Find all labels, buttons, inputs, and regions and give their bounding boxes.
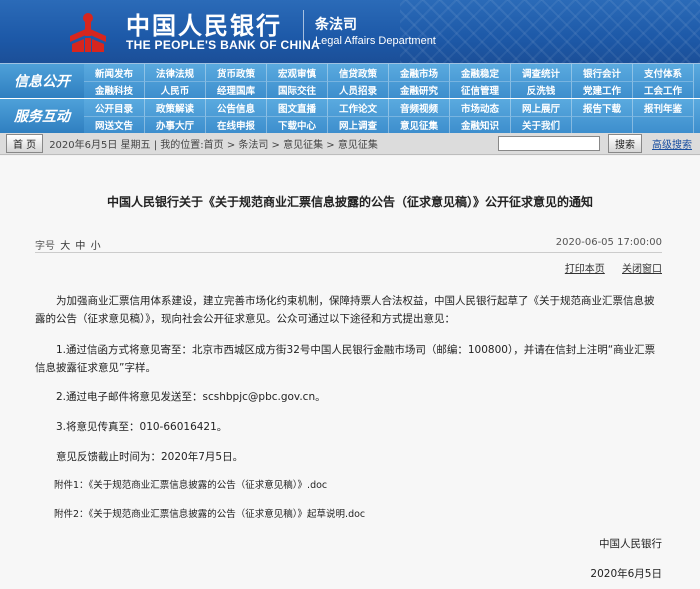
nav-item[interactable]: 信贷政策 <box>328 64 389 81</box>
paragraph-email: 2.通过电子邮件将意见发送至：scshbpjc@pbc.gov.cn。 <box>56 391 326 403</box>
breadcrumb-bar: 首 页 2020年6月5日 星期五 | 我的位置:首页 > 条法司 > 意见征集… <box>0 133 700 155</box>
nav-item[interactable]: 调查统计 <box>511 64 572 81</box>
paragraph-fax: 3.将意见传真至：010-66016421。 <box>56 421 228 433</box>
nav-label-info[interactable]: 信息公开 <box>0 64 84 98</box>
dept-name-cn: 条法司 <box>315 17 357 33</box>
nav-item[interactable]: 网上展厅 <box>511 99 572 116</box>
nav-item[interactable]: 工作论文 <box>328 99 389 116</box>
nav-item[interactable]: 办事大厅 <box>145 116 206 133</box>
nav-item[interactable]: 音频视频 <box>389 99 450 116</box>
nav-item[interactable]: 网送文告 <box>84 116 145 133</box>
print-link[interactable]: 打印本页 <box>565 264 605 275</box>
article-container: 中国人民银行关于《关于规范商业汇票信息披露的公告（征求意见稿）》公开征求意见的通… <box>0 156 700 589</box>
header-separator <box>303 10 304 50</box>
publish-date: 2020-06-05 17:00:00 <box>555 237 662 248</box>
nav-item[interactable]: 工会工作 <box>633 81 694 98</box>
nav-item <box>633 116 694 133</box>
close-window-link[interactable]: 关闭窗口 <box>622 264 662 275</box>
header-pattern <box>400 0 700 63</box>
nav-item[interactable]: 关于我们 <box>511 116 572 133</box>
nav-row: 公开目录 政策解读 公告信息 图文直播 工作论文 音频视频 市场动态 网上展厅 报告下载 报刊年鉴 <box>84 99 700 116</box>
nav-item[interactable]: 图文直播 <box>267 99 328 116</box>
main-nav: 信息公开 新闻发布 法律法规 货币政策 宏观审慎 信贷政策 金融市场 金融稳定 调查统计 银行会… <box>0 63 700 133</box>
nav-item[interactable]: 国际交往 <box>267 81 328 98</box>
nav-item[interactable]: 人民币 <box>145 81 206 98</box>
paragraph-intro: 为加强商业汇票信用体系建设，建立完善市场化约束机制，保障持票人合法权益，中国人民… <box>35 295 655 325</box>
nav-item[interactable]: 法律法规 <box>145 64 206 81</box>
nav-item[interactable]: 货币政策 <box>206 64 267 81</box>
divider <box>35 252 662 253</box>
nav-item[interactable]: 金融市场 <box>389 64 450 81</box>
nav-item[interactable]: 银行会计 <box>572 64 633 81</box>
paragraph-deadline: 意见反馈截止时间为：2020年7月5日。 <box>56 451 244 463</box>
nav-item[interactable]: 经理国库 <box>206 81 267 98</box>
article-title: 中国人民银行关于《关于规范商业汇票信息披露的公告（征求意见稿）》公开征求意见的通… <box>106 195 593 209</box>
font-size-medium[interactable]: 中 <box>75 241 85 252</box>
nav-block-service: 服务互动 公开目录 政策解读 公告信息 图文直播 工作论文 音频视频 市场动态 网上展厅 报告下… <box>0 98 700 133</box>
nav-row: 新闻发布 法律法规 货币政策 宏观审慎 信贷政策 金融市场 金融稳定 调查统计 银行会计 支付体系 <box>84 64 700 81</box>
nav-item[interactable]: 支付体系 <box>633 64 694 81</box>
nav-rows-service: 公开目录 政策解读 公告信息 图文直播 工作论文 音频视频 市场动态 网上展厅 报告下载 报刊年鉴… <box>84 99 700 133</box>
nav-item[interactable]: 金融知识 <box>450 116 511 133</box>
nav-row: 网送文告 办事大厅 在线申报 下载中心 网上调查 意见征集 金融知识 关于我们 <box>84 116 700 133</box>
nav-item[interactable]: 政策解读 <box>145 99 206 116</box>
paragraph-letter: 1.通过信函方式将意见寄至：北京市西城区成方街32号中国人民银行金融市场司（邮编… <box>35 344 656 374</box>
attachment-1-link[interactable]: 附件1：《关于规范商业汇票信息披露的公告（征求意见稿）》.doc <box>35 477 663 495</box>
article-actions: 打印本页 关闭窗口 <box>551 260 662 275</box>
nav-item[interactable]: 意见征集 <box>389 116 450 133</box>
nav-item[interactable]: 公告信息 <box>206 99 267 116</box>
home-button[interactable]: 首 页 <box>6 134 44 153</box>
pboc-logo-icon <box>70 13 106 52</box>
font-size-large[interactable]: 大 <box>60 241 70 252</box>
breadcrumb: 2020年6月5日 星期五 | 我的位置:首页 > 条法司 > 意见征集 > 意… <box>49 140 378 151</box>
site-header: 中国人民银行 THE PEOPLE'S BANK OF CHINA 条法司 Le… <box>0 0 700 63</box>
nav-item[interactable]: 市场动态 <box>450 99 511 116</box>
nav-item <box>572 116 633 133</box>
nav-item[interactable]: 下载中心 <box>267 116 328 133</box>
font-size-label: 字号 <box>35 241 55 252</box>
nav-item[interactable]: 人员招录 <box>328 81 389 98</box>
nav-rows-info: 新闻发布 法律法规 货币政策 宏观审慎 信贷政策 金融市场 金融稳定 调查统计 银行会计 支付体系… <box>84 64 700 98</box>
nav-item[interactable]: 党建工作 <box>572 81 633 98</box>
signature-date: 2020年6月5日 <box>590 568 662 580</box>
advanced-search-link[interactable]: 高级搜索 <box>652 136 692 151</box>
nav-item[interactable]: 金融稳定 <box>450 64 511 81</box>
nav-block-info: 信息公开 新闻发布 法律法规 货币政策 宏观审慎 信贷政策 金融市场 金融稳定 调查统计 银行会… <box>0 64 700 98</box>
font-size-small[interactable]: 小 <box>91 241 101 252</box>
bank-name-en: THE PEOPLE'S BANK OF CHINA <box>126 38 320 52</box>
nav-item[interactable]: 报刊年鉴 <box>633 99 694 116</box>
nav-item[interactable]: 宏观审慎 <box>267 64 328 81</box>
search-button[interactable]: 搜索 <box>608 134 642 153</box>
nav-item[interactable]: 在线申报 <box>206 116 267 133</box>
nav-item[interactable]: 征信管理 <box>450 81 511 98</box>
nav-item[interactable]: 公开目录 <box>84 99 145 116</box>
nav-item[interactable]: 报告下载 <box>572 99 633 116</box>
dept-name-en: Legal Affairs Department <box>315 35 436 47</box>
font-size-switcher: 字号 大 中 小 <box>35 237 101 252</box>
signature-org: 中国人民银行 <box>599 538 662 550</box>
nav-item[interactable]: 金融科技 <box>84 81 145 98</box>
search-input[interactable] <box>498 136 600 151</box>
nav-label-service[interactable]: 服务互动 <box>0 99 84 133</box>
nav-item[interactable]: 反洗钱 <box>511 81 572 98</box>
nav-row: 金融科技 人民币 经理国库 国际交往 人员招录 金融研究 征信管理 反洗钱 党建工作 工会工作 <box>84 81 700 98</box>
attachment-2-link[interactable]: 附件2：《关于规范商业汇票信息披露的公告（征求意见稿）》起草说明.doc <box>35 506 663 524</box>
nav-item[interactable]: 网上调查 <box>328 116 389 133</box>
bank-name-cn: 中国人民银行 <box>126 11 282 40</box>
nav-item[interactable]: 新闻发布 <box>84 64 145 81</box>
nav-item[interactable]: 金融研究 <box>389 81 450 98</box>
